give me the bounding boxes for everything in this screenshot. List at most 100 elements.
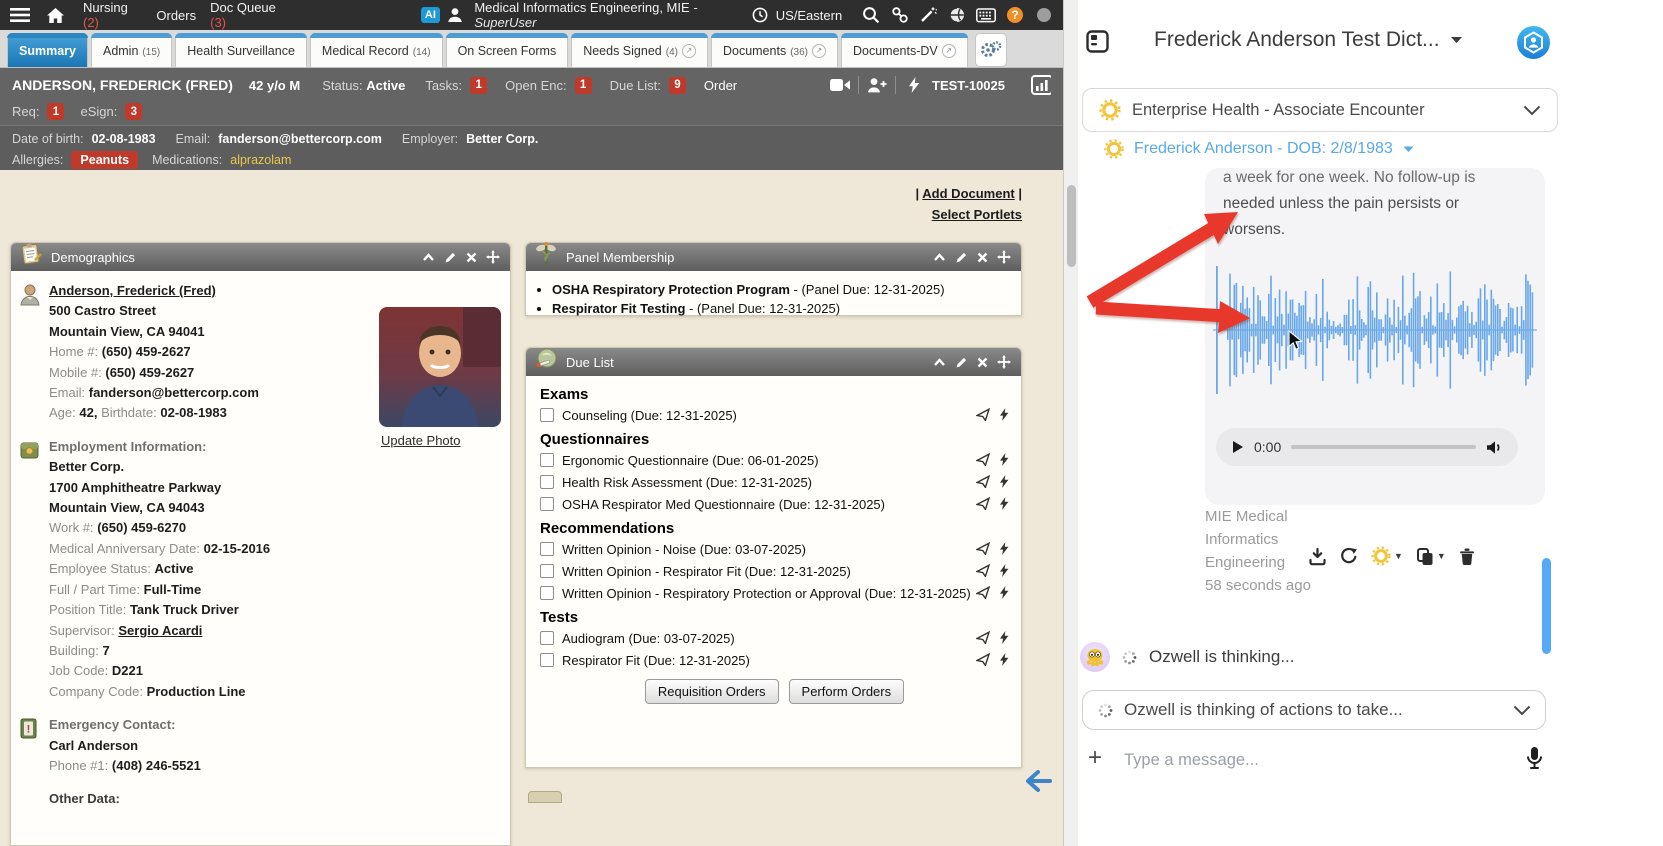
move-icon[interactable] <box>486 250 500 264</box>
popout-icon[interactable]: ↗ <box>682 44 696 58</box>
keyboard-icon[interactable] <box>976 5 996 25</box>
tab-health-surveillance[interactable]: Health Surveillance <box>175 33 307 67</box>
delete-icon[interactable] <box>1459 547 1475 565</box>
quick-order-icon[interactable] <box>1000 653 1009 666</box>
ai-badge[interactable]: AI <box>421 7 440 23</box>
link-icon[interactable] <box>891 5 909 25</box>
edit-icon[interactable] <box>444 251 457 264</box>
collapse-icon[interactable] <box>933 357 946 367</box>
tab-admin[interactable]: Admin (15) <box>91 33 172 67</box>
tasks-badge[interactable]: 1 <box>470 77 487 94</box>
allergy-badge[interactable]: Peanuts <box>71 151 138 169</box>
microphone-icon[interactable] <box>1526 746 1543 770</box>
esign-badge[interactable]: 3 <box>125 103 142 120</box>
gear-menu-icon[interactable]: ▼ <box>1371 546 1403 566</box>
play-button[interactable] <box>1232 440 1244 454</box>
current-user[interactable]: Medical Informatics Engineering, MIE - S… <box>474 0 741 30</box>
move-icon[interactable] <box>997 250 1011 264</box>
patient-name-link[interactable]: Anderson, Frederick (Fred) <box>49 283 216 298</box>
move-icon[interactable] <box>997 355 1011 369</box>
checkbox[interactable] <box>540 564 554 578</box>
chart-id[interactable]: TEST-10025 <box>932 78 1005 93</box>
close-icon[interactable] <box>466 252 477 263</box>
send-icon[interactable] <box>976 631 990 644</box>
checkbox[interactable] <box>540 653 554 667</box>
edit-icon[interactable] <box>955 356 968 369</box>
tab-on-screen-forms[interactable]: On Screen Forms <box>446 33 569 67</box>
video-call-icon[interactable] <box>830 75 850 95</box>
tab-documents-dv[interactable]: Documents-DV ↗ <box>841 33 968 67</box>
quick-order-icon[interactable] <box>1000 586 1009 599</box>
quick-order-icon[interactable] <box>1000 453 1009 466</box>
sidebar-toggle-icon[interactable] <box>1086 30 1109 53</box>
checkbox[interactable] <box>540 631 554 645</box>
encounter-selector[interactable]: Enterprise Health - Associate Encounter <box>1082 88 1558 132</box>
regenerate-icon[interactable] <box>1340 547 1358 565</box>
medication-link[interactable]: alprazolam <box>230 153 291 167</box>
add-document-link[interactable]: Add Document <box>922 186 1014 201</box>
scrollbar-thumb[interactable] <box>1067 185 1076 267</box>
chat-scrollbar[interactable] <box>1542 558 1551 654</box>
order-link[interactable]: Order <box>704 78 737 93</box>
quick-order-icon[interactable] <box>1000 475 1009 488</box>
open-enc-badge[interactable]: 1 <box>575 77 592 94</box>
thinking-actions-expander[interactable]: Ozwell is thinking of actions to take... <box>1082 690 1546 730</box>
req-badge[interactable]: 1 <box>47 103 64 120</box>
perform-orders-button[interactable]: Perform Orders <box>789 679 905 704</box>
flowsheet-icon[interactable] <box>1031 75 1051 95</box>
due-list-badge[interactable]: 9 <box>669 77 686 94</box>
checkbox[interactable] <box>540 542 554 556</box>
tab-settings-button[interactable] <box>975 33 1007 67</box>
copy-icon[interactable]: ▼ <box>1416 547 1446 566</box>
message-input[interactable] <box>1124 742 1514 778</box>
conversation-title[interactable]: Frederick Anderson Test Dict... <box>1154 28 1463 52</box>
audio-waveform[interactable] <box>1213 260 1537 400</box>
quick-order-icon[interactable] <box>1000 542 1009 555</box>
select-portlets-link[interactable]: Select Portlets <box>932 207 1022 222</box>
tab-summary[interactable]: Summary <box>7 33 88 67</box>
supervisor-link[interactable]: Sergio Acardi <box>118 623 202 638</box>
search-icon[interactable] <box>862 5 880 25</box>
tab-needs-signed[interactable]: Needs Signed (4) ↗ <box>571 33 708 67</box>
globe-icon[interactable] <box>948 5 966 25</box>
wand-icon[interactable] <box>919 5 937 25</box>
close-icon[interactable] <box>977 357 988 368</box>
patient-name[interactable]: ANDERSON, FREDERICK (FRED) <box>12 77 233 93</box>
checkbox[interactable] <box>540 475 554 489</box>
send-icon[interactable] <box>976 453 990 466</box>
send-icon[interactable] <box>976 542 990 555</box>
collapse-icon[interactable] <box>422 252 435 262</box>
send-icon[interactable] <box>976 408 990 421</box>
checkbox[interactable] <box>540 586 554 600</box>
quick-order-icon[interactable] <box>1000 564 1009 577</box>
seek-bar[interactable] <box>1291 445 1476 449</box>
edit-icon[interactable] <box>955 251 968 264</box>
timezone-label[interactable]: US/Eastern <box>776 8 842 23</box>
send-icon[interactable] <box>976 475 990 488</box>
nav-nursing[interactable]: Nursing (2) <box>83 0 142 30</box>
close-icon[interactable] <box>977 252 988 263</box>
add-attachment-button[interactable]: + <box>1088 746 1102 770</box>
send-icon[interactable] <box>976 564 990 577</box>
bolt-icon[interactable] <box>904 75 924 95</box>
send-icon[interactable] <box>976 586 990 599</box>
patient-selector[interactable]: Frederick Anderson - DOB: 2/8/1983 <box>1094 139 1414 159</box>
record-icon[interactable] <box>1035 5 1053 25</box>
quick-order-icon[interactable] <box>1000 408 1009 421</box>
popout-icon[interactable]: ↗ <box>812 44 826 58</box>
hamburger-menu-icon[interactable] <box>10 5 30 25</box>
help-icon[interactable]: ? <box>1006 5 1024 25</box>
send-icon[interactable] <box>976 653 990 666</box>
collapse-icon[interactable] <box>933 252 946 262</box>
tab-medical-record[interactable]: Medical Record (14) <box>310 33 443 67</box>
checkbox[interactable] <box>540 497 554 511</box>
add-person-icon[interactable] <box>867 75 887 95</box>
nav-orders[interactable]: Orders <box>156 8 196 23</box>
ozwell-logo[interactable] <box>1516 25 1551 60</box>
volume-icon[interactable] <box>1486 440 1502 455</box>
checkbox[interactable] <box>540 408 554 422</box>
app-scrollbar[interactable] <box>1063 0 1078 846</box>
download-icon[interactable] <box>1308 547 1327 566</box>
quick-order-icon[interactable] <box>1000 631 1009 644</box>
update-photo-link[interactable]: Update Photo <box>381 433 461 448</box>
